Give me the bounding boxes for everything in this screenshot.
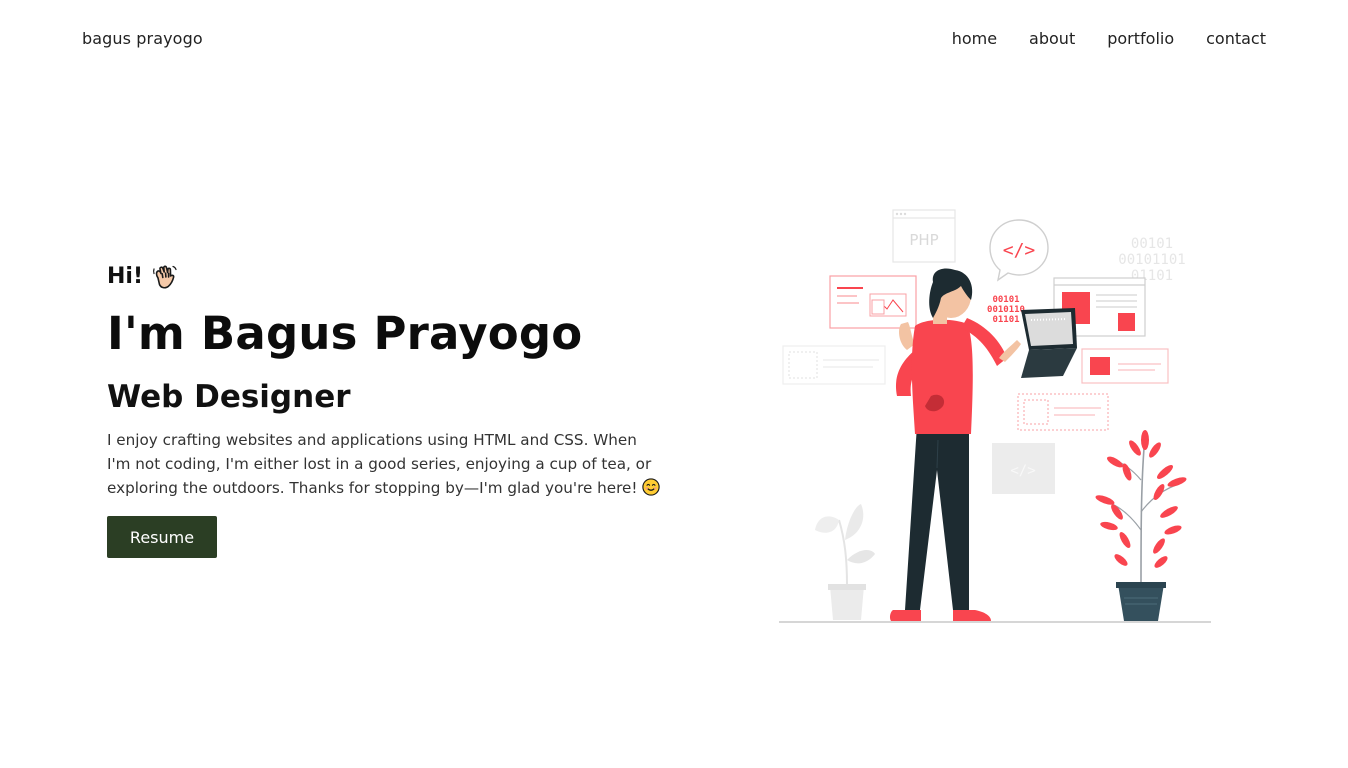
brand-link[interactable]: bagus prayogo [82, 29, 203, 49]
nav-item-home: home [952, 29, 997, 49]
svg-text:00101: 00101 [992, 295, 1019, 305]
binary-text-left: 00101 0010110 01101 [987, 295, 1025, 325]
nav-item-contact: contact [1206, 29, 1266, 49]
small-card-right [1081, 348, 1169, 384]
svg-text:0010110: 0010110 [987, 305, 1025, 315]
hero-bio-text: I enjoy crafting websites and applicatio… [107, 431, 652, 497]
svg-text:00101101: 00101101 [1118, 252, 1185, 268]
code-bubble-icon: </> [989, 219, 1049, 282]
image-card-graphic [829, 275, 917, 329]
nav-link-contact[interactable]: contact [1206, 29, 1266, 48]
hero-role: Web Designer [107, 379, 351, 415]
code-box-faded: </> [992, 443, 1055, 494]
binary-text-right: 00101 00101101 01101 [1118, 236, 1185, 284]
php-window-graphic: PHP [892, 209, 956, 263]
nav-menu: home about portfolio contact [952, 29, 1266, 49]
hero-bio: I enjoy crafting websites and applicatio… [107, 428, 662, 500]
hero-section: Hi! I'm Bagus Prayogo Web Designer I enj… [107, 262, 667, 558]
tablet-graphic [1021, 308, 1077, 378]
smiling-face-icon [642, 478, 660, 496]
waving-hand-icon [153, 265, 177, 289]
nav-item-about: about [1029, 29, 1075, 49]
svg-text:01101: 01101 [992, 315, 1019, 325]
greeting-line: Hi! [107, 262, 667, 292]
greeting-text: Hi! [107, 264, 143, 289]
plant-left-graphic [815, 504, 875, 620]
code-symbol: </> [1003, 240, 1036, 261]
svg-text:00101: 00101 [1131, 236, 1173, 252]
nav-link-portfolio[interactable]: portfolio [1107, 29, 1174, 48]
php-label: PHP [909, 231, 938, 249]
nav-link-home[interactable]: home [952, 29, 997, 48]
nav-link-about[interactable]: about [1029, 29, 1075, 48]
plant-right-graphic [1095, 430, 1187, 621]
dotted-card-middle [1017, 393, 1109, 431]
hero-name: I'm Bagus Prayogo [107, 307, 583, 360]
nav-item-portfolio: portfolio [1107, 29, 1174, 49]
placeholder-card-left [782, 345, 886, 385]
top-navbar: bagus prayogo home about portfolio conta… [0, 0, 1348, 80]
svg-text:</>: </> [1010, 463, 1035, 479]
developer-illustration: PHP </> 00101 00101101 01101 </> 00101 0… [779, 209, 1211, 623]
resume-button[interactable]: Resume [107, 516, 217, 558]
